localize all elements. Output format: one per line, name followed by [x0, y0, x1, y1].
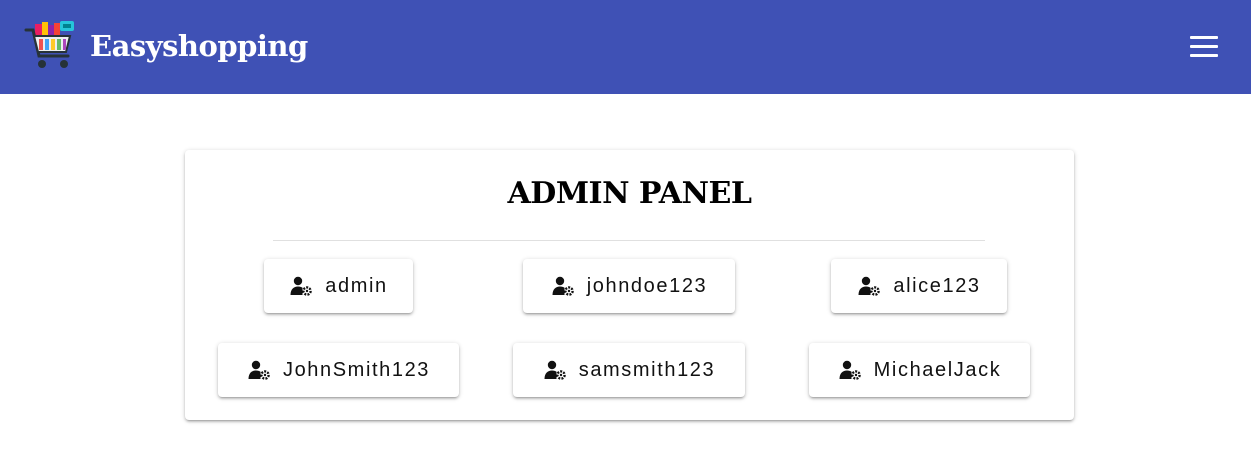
user-cog-icon [290, 276, 313, 296]
user-button-samsmith123[interactable]: samsmith123 [513, 343, 745, 397]
top-navbar: Easyshopping [0, 0, 1251, 94]
user-cog-icon [544, 360, 566, 380]
user-cog-icon [858, 276, 881, 296]
user-button-label: JohnSmith123 [282, 358, 431, 381]
hamburger-menu-icon[interactable] [1190, 36, 1218, 58]
user-button-alice123[interactable]: alice123 [831, 259, 1007, 313]
user-button-label: samsmith123 [578, 358, 716, 381]
user-cog-icon [248, 360, 270, 380]
page-title: ADMIN PANEL [507, 176, 752, 211]
user-cog-icon [839, 360, 861, 380]
shopping-cart-logo-icon [24, 21, 74, 68]
user-button-label: admin [325, 274, 388, 297]
user-button-michaeljack[interactable]: MichaelJack [809, 343, 1030, 397]
user-button-admin[interactable]: admin [264, 259, 413, 313]
user-button-johnsmith123[interactable]: JohnSmith123 [218, 343, 459, 397]
divider [273, 240, 985, 241]
user-cog-icon [552, 276, 574, 296]
brand-link[interactable]: Easyshopping [24, 17, 308, 75]
user-button-johndoe123[interactable]: johndoe123 [523, 259, 735, 313]
user-button-label: alice123 [893, 274, 981, 297]
user-button-label: MichaelJack [873, 358, 1002, 381]
brand-name: Easyshopping [90, 29, 308, 63]
user-button-label: johndoe123 [586, 274, 708, 297]
